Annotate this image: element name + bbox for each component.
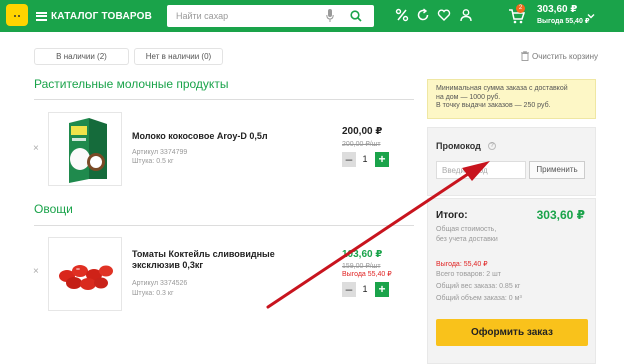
checkout-button[interactable]: Оформить заказ xyxy=(436,319,588,346)
total-note-line: без учета доставки xyxy=(436,236,498,243)
promo-panel: Промокод ? Применить xyxy=(427,127,596,196)
summary-total-items: Всего товаров: 2 шт xyxy=(436,271,501,278)
product-price: 103,60 ₽ xyxy=(342,249,383,260)
section-title-plant-milk: Растительные молочные продукты xyxy=(34,77,229,91)
product-image-coconut-milk[interactable] xyxy=(48,112,122,186)
clear-cart-button[interactable]: Очистить корзину xyxy=(521,51,598,61)
top-bar: КАТАЛОГ ТОВАРОВ 2 303,60 ₽ xyxy=(0,0,624,32)
promo-code-input[interactable] xyxy=(436,161,526,179)
search-input[interactable] xyxy=(176,9,316,23)
promo-apply-button[interactable]: Применить xyxy=(529,161,585,179)
divider xyxy=(34,225,414,226)
catalog-button[interactable]: КАТАЛОГ ТОВАРОВ xyxy=(36,7,152,25)
qty-value[interactable]: 1 xyxy=(357,152,373,167)
total-label: Итого: xyxy=(436,210,468,221)
microphone-icon[interactable] xyxy=(326,9,334,24)
section-title-vegetables: Овощи xyxy=(34,202,73,216)
product-benefit: Выгода 55,40 ₽ xyxy=(342,271,392,278)
product-image-tomatoes[interactable] xyxy=(48,237,122,311)
product-name[interactable]: Томаты Коктейль сливовидные эксклюзив 0,… xyxy=(132,249,312,271)
qty-increase-button[interactable]: + xyxy=(375,152,389,167)
logo[interactable] xyxy=(6,4,28,26)
product-price: 200,00 ₽ xyxy=(342,126,383,137)
product-old-price: 159,00 ₽/шт xyxy=(342,263,381,270)
percent-icon[interactable] xyxy=(395,8,409,22)
promo-label: Промокод xyxy=(436,141,481,151)
min-order-line: В точку выдачи заказов — 250 руб. xyxy=(436,102,551,109)
total-note: Общая стоимость, без учета доставки xyxy=(436,225,498,245)
cart-total: 303,60 ₽ xyxy=(537,4,578,15)
total-note-line: Общая стоимость, xyxy=(436,226,497,233)
product-article: Артикул 3374526 xyxy=(132,280,188,287)
user-icon[interactable] xyxy=(459,8,473,22)
chevron-down-icon xyxy=(587,14,595,19)
min-order-line: на дом — 1000 руб. xyxy=(436,93,501,101)
cart-summary[interactable]: 2 303,60 ₽ Выгода 55,40 ₽ xyxy=(508,4,624,30)
product-unit: Штука: 0.5 кг xyxy=(132,158,174,165)
product-unit: Штука: 0.3 кг xyxy=(132,290,174,297)
heart-icon[interactable] xyxy=(437,8,451,22)
remove-item-button[interactable]: × xyxy=(33,266,39,277)
reorder-icon[interactable] xyxy=(416,8,430,22)
summary-benefit: Выгода: 55,40 ₽ xyxy=(436,261,488,268)
qty-decrease-button[interactable]: – xyxy=(342,152,356,167)
product-name[interactable]: Молоко кокосовое Aroy-D 0,5л xyxy=(132,131,268,142)
total-value: 303,60 ₽ xyxy=(536,208,585,222)
product-unit-price: 200,00 ₽/шт xyxy=(342,141,381,148)
search-icon xyxy=(350,10,362,22)
divider xyxy=(34,99,414,100)
qty-decrease-button[interactable]: – xyxy=(342,282,356,297)
trash-icon xyxy=(521,51,529,61)
help-icon[interactable]: ? xyxy=(488,142,496,150)
qty-increase-button[interactable]: + xyxy=(375,282,389,297)
cart-count-badge: 2 xyxy=(516,4,525,13)
summary-total-volume: Общий объем заказа: 0 м³ xyxy=(436,295,522,302)
search-box xyxy=(167,5,374,27)
filter-in-stock[interactable]: В наличии (2) xyxy=(34,48,129,65)
clear-cart-label: Очистить корзину xyxy=(532,51,598,61)
min-order-line: Минимальная сумма заказа с доставкой xyxy=(436,85,568,92)
search-button[interactable] xyxy=(344,5,368,27)
qty-value[interactable]: 1 xyxy=(357,282,373,297)
catalog-label: КАТАЛОГ ТОВАРОВ xyxy=(51,10,153,22)
min-order-notice: Минимальная сумма заказа с доставкой на … xyxy=(427,79,596,119)
remove-item-button[interactable]: × xyxy=(33,143,39,154)
order-summary: Итого: 303,60 ₽ Общая стоимость, без уче… xyxy=(427,198,596,364)
menu-icon xyxy=(36,11,47,21)
summary-total-weight: Общий вес заказа: 0.85 кг xyxy=(436,283,521,290)
cart-benefit: Выгода 55,40 ₽ xyxy=(537,18,590,25)
filter-out-of-stock[interactable]: Нет в наличии (0) xyxy=(134,48,223,65)
